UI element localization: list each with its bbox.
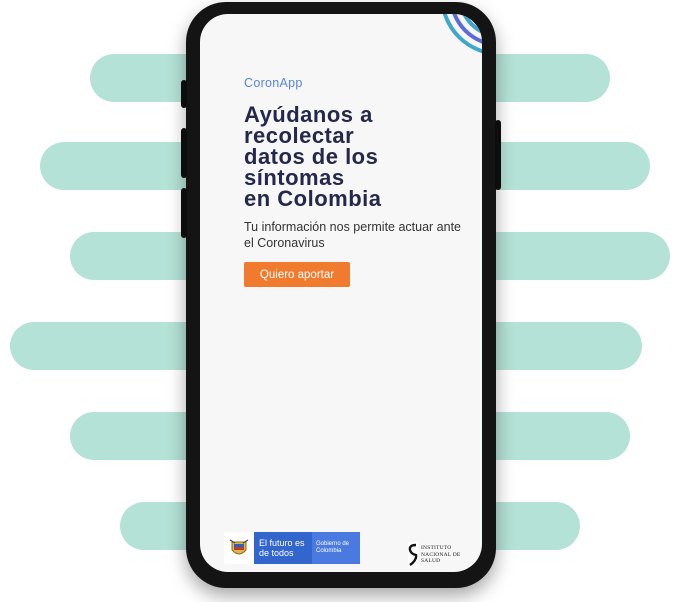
subtitle: Tu información nos permite actuar ante e… [244,220,462,250]
power-button [495,120,501,190]
coronapp-logo-icon [442,14,482,54]
government-logo: El futuro es de todos Gobierno de Colomb… [224,532,386,564]
phone-screen: CoronApp Ayúdanos a recolectar datos de … [200,14,482,572]
volume-up-button [181,128,187,178]
phone-frame: CoronApp Ayúdanos a recolectar datos de … [181,2,501,588]
contribute-button[interactable]: Quiero aportar [244,262,350,287]
gov-name: Gobierno de Colombia [312,532,360,564]
ins-logo-icon [408,542,418,568]
colombia-crest-icon [224,532,254,564]
ins-name: INSTITUTO NACIONAL DE SALUD [421,545,461,565]
volume-down-button [181,188,187,238]
ins-logo: INSTITUTO NACIONAL DE SALUD [408,542,468,568]
gov-slogan: El futuro es de todos [254,532,312,564]
mute-switch [181,80,187,108]
app-name: CoronApp [244,76,303,90]
page-title: Ayúdanos a recolectar datos de los sínto… [244,102,382,211]
